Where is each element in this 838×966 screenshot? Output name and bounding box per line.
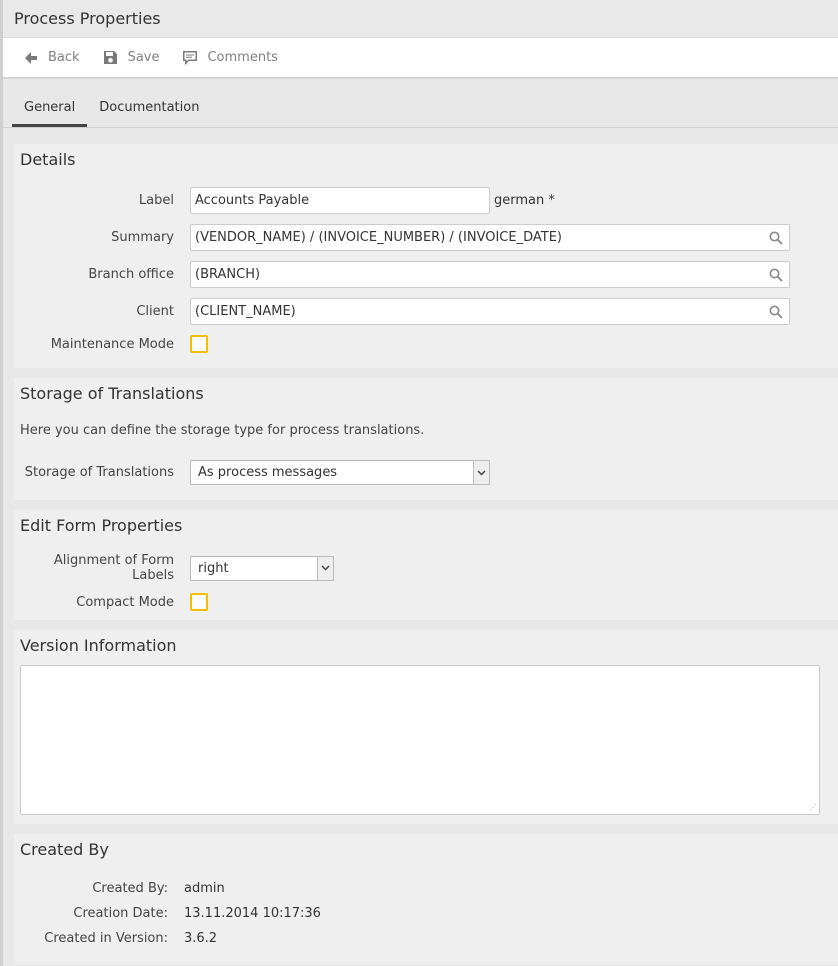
comments-button[interactable]: Comments [181, 49, 278, 67]
creation-date-value: 13.11.2014 10:17:36 [184, 906, 321, 921]
created-by-value: admin [184, 881, 225, 896]
alignment-select[interactable]: right [190, 555, 334, 581]
tab-documentation[interactable]: Documentation [87, 100, 211, 127]
comment-icon [181, 49, 199, 67]
translations-heading: Storage of Translations [20, 384, 204, 403]
chevron-down-icon[interactable] [317, 556, 333, 580]
maintenance-mode-checkbox[interactable] [190, 335, 208, 353]
tab-bar: General Documentation [0, 79, 838, 128]
created-version-label: Created in Version: [44, 931, 168, 946]
save-label: Save [127, 50, 160, 65]
branch-row: Branch office (BRANCH) [20, 261, 832, 288]
floppy-disk-icon [102, 49, 120, 67]
save-button[interactable]: Save [102, 49, 160, 67]
label-input-value: Accounts Payable [195, 193, 310, 208]
translations-panel: Storage of Translations Here you can def… [14, 378, 838, 500]
summary-row: Summary (VENDOR_NAME) / (INVOICE_NUMBER)… [20, 224, 832, 251]
tab-general[interactable]: General [12, 100, 88, 127]
creation-date-row: Creation Date: 13.11.2014 10:17:36 [20, 906, 832, 921]
form-properties-heading: Edit Form Properties [20, 516, 183, 535]
created-version-value: 3.6.2 [184, 931, 218, 946]
details-heading: Details [20, 150, 76, 169]
back-button[interactable]: Back [22, 49, 80, 67]
back-label: Back [48, 50, 80, 65]
details-panel: Details Label Accounts Payable german * … [14, 144, 838, 368]
compact-row: Compact Mode [20, 593, 832, 611]
label-input[interactable]: Accounts Payable [190, 187, 490, 214]
created-by-row: Created By: admin [20, 881, 832, 896]
language-indicator: german * [494, 193, 555, 208]
summary-input-value: (VENDOR_NAME) / (INVOICE_NUMBER) / (INVO… [195, 230, 562, 245]
comments-label: Comments [207, 50, 278, 65]
branch-input-value: (BRANCH) [195, 267, 261, 282]
search-icon[interactable] [767, 268, 785, 282]
creation-date-label: Creation Date: [73, 906, 168, 921]
version-heading: Version Information [20, 636, 177, 655]
storage-field-label: Storage of Translations [24, 465, 174, 480]
version-information-textarea[interactable]: ⋰ [20, 665, 820, 815]
alignment-row: Alignment of Form Labels right [20, 553, 832, 583]
storage-select-value: As process messages [198, 465, 338, 480]
branch-input[interactable]: (BRANCH) [190, 261, 790, 288]
search-icon[interactable] [767, 305, 785, 319]
storage-select[interactable]: As process messages [190, 460, 490, 485]
client-row: Client (CLIENT_NAME) [20, 298, 832, 325]
compact-mode-checkbox[interactable] [190, 593, 208, 611]
resize-grip-icon[interactable]: ⋰ [809, 803, 817, 812]
title-bar: Process Properties [0, 0, 838, 38]
label-field-label: Label [138, 193, 174, 208]
toolbar: Back Save Comments [0, 38, 838, 79]
created-by-panel: Created By Created By: admin Creation Da… [14, 834, 838, 964]
content: Details Label Accounts Payable german * … [0, 128, 838, 964]
label-row: Label Accounts Payable german * [20, 187, 832, 214]
client-input-value: (CLIENT_NAME) [195, 304, 296, 319]
maintenance-row: Maintenance Mode [20, 335, 832, 353]
alignment-field-label: Alignment of Form Labels [53, 553, 174, 583]
version-panel: Version Information ⋰ [14, 630, 838, 824]
search-icon[interactable] [767, 231, 785, 245]
arrow-left-icon [22, 49, 40, 67]
created-by-heading: Created By [20, 840, 109, 859]
summary-input[interactable]: (VENDOR_NAME) / (INVOICE_NUMBER) / (INVO… [190, 224, 790, 251]
form-properties-panel: Edit Form Properties Alignment of Form L… [14, 510, 838, 620]
storage-row: Storage of Translations As process messa… [20, 460, 832, 485]
alignment-select-value: right [198, 560, 229, 576]
created-by-label: Created By: [92, 881, 168, 896]
window-edge [0, 0, 3, 966]
client-field-label: Client [136, 304, 174, 319]
summary-field-label: Summary [111, 230, 174, 245]
compact-field-label: Compact Mode [76, 594, 174, 610]
chevron-down-icon[interactable] [473, 461, 489, 484]
translations-description: Here you can define the storage type for… [20, 423, 425, 438]
created-version-row: Created in Version: 3.6.2 [20, 931, 832, 946]
page-title: Process Properties [14, 9, 161, 28]
maintenance-field-label: Maintenance Mode [50, 336, 174, 352]
branch-field-label: Branch office [88, 267, 174, 282]
client-input[interactable]: (CLIENT_NAME) [190, 298, 790, 325]
